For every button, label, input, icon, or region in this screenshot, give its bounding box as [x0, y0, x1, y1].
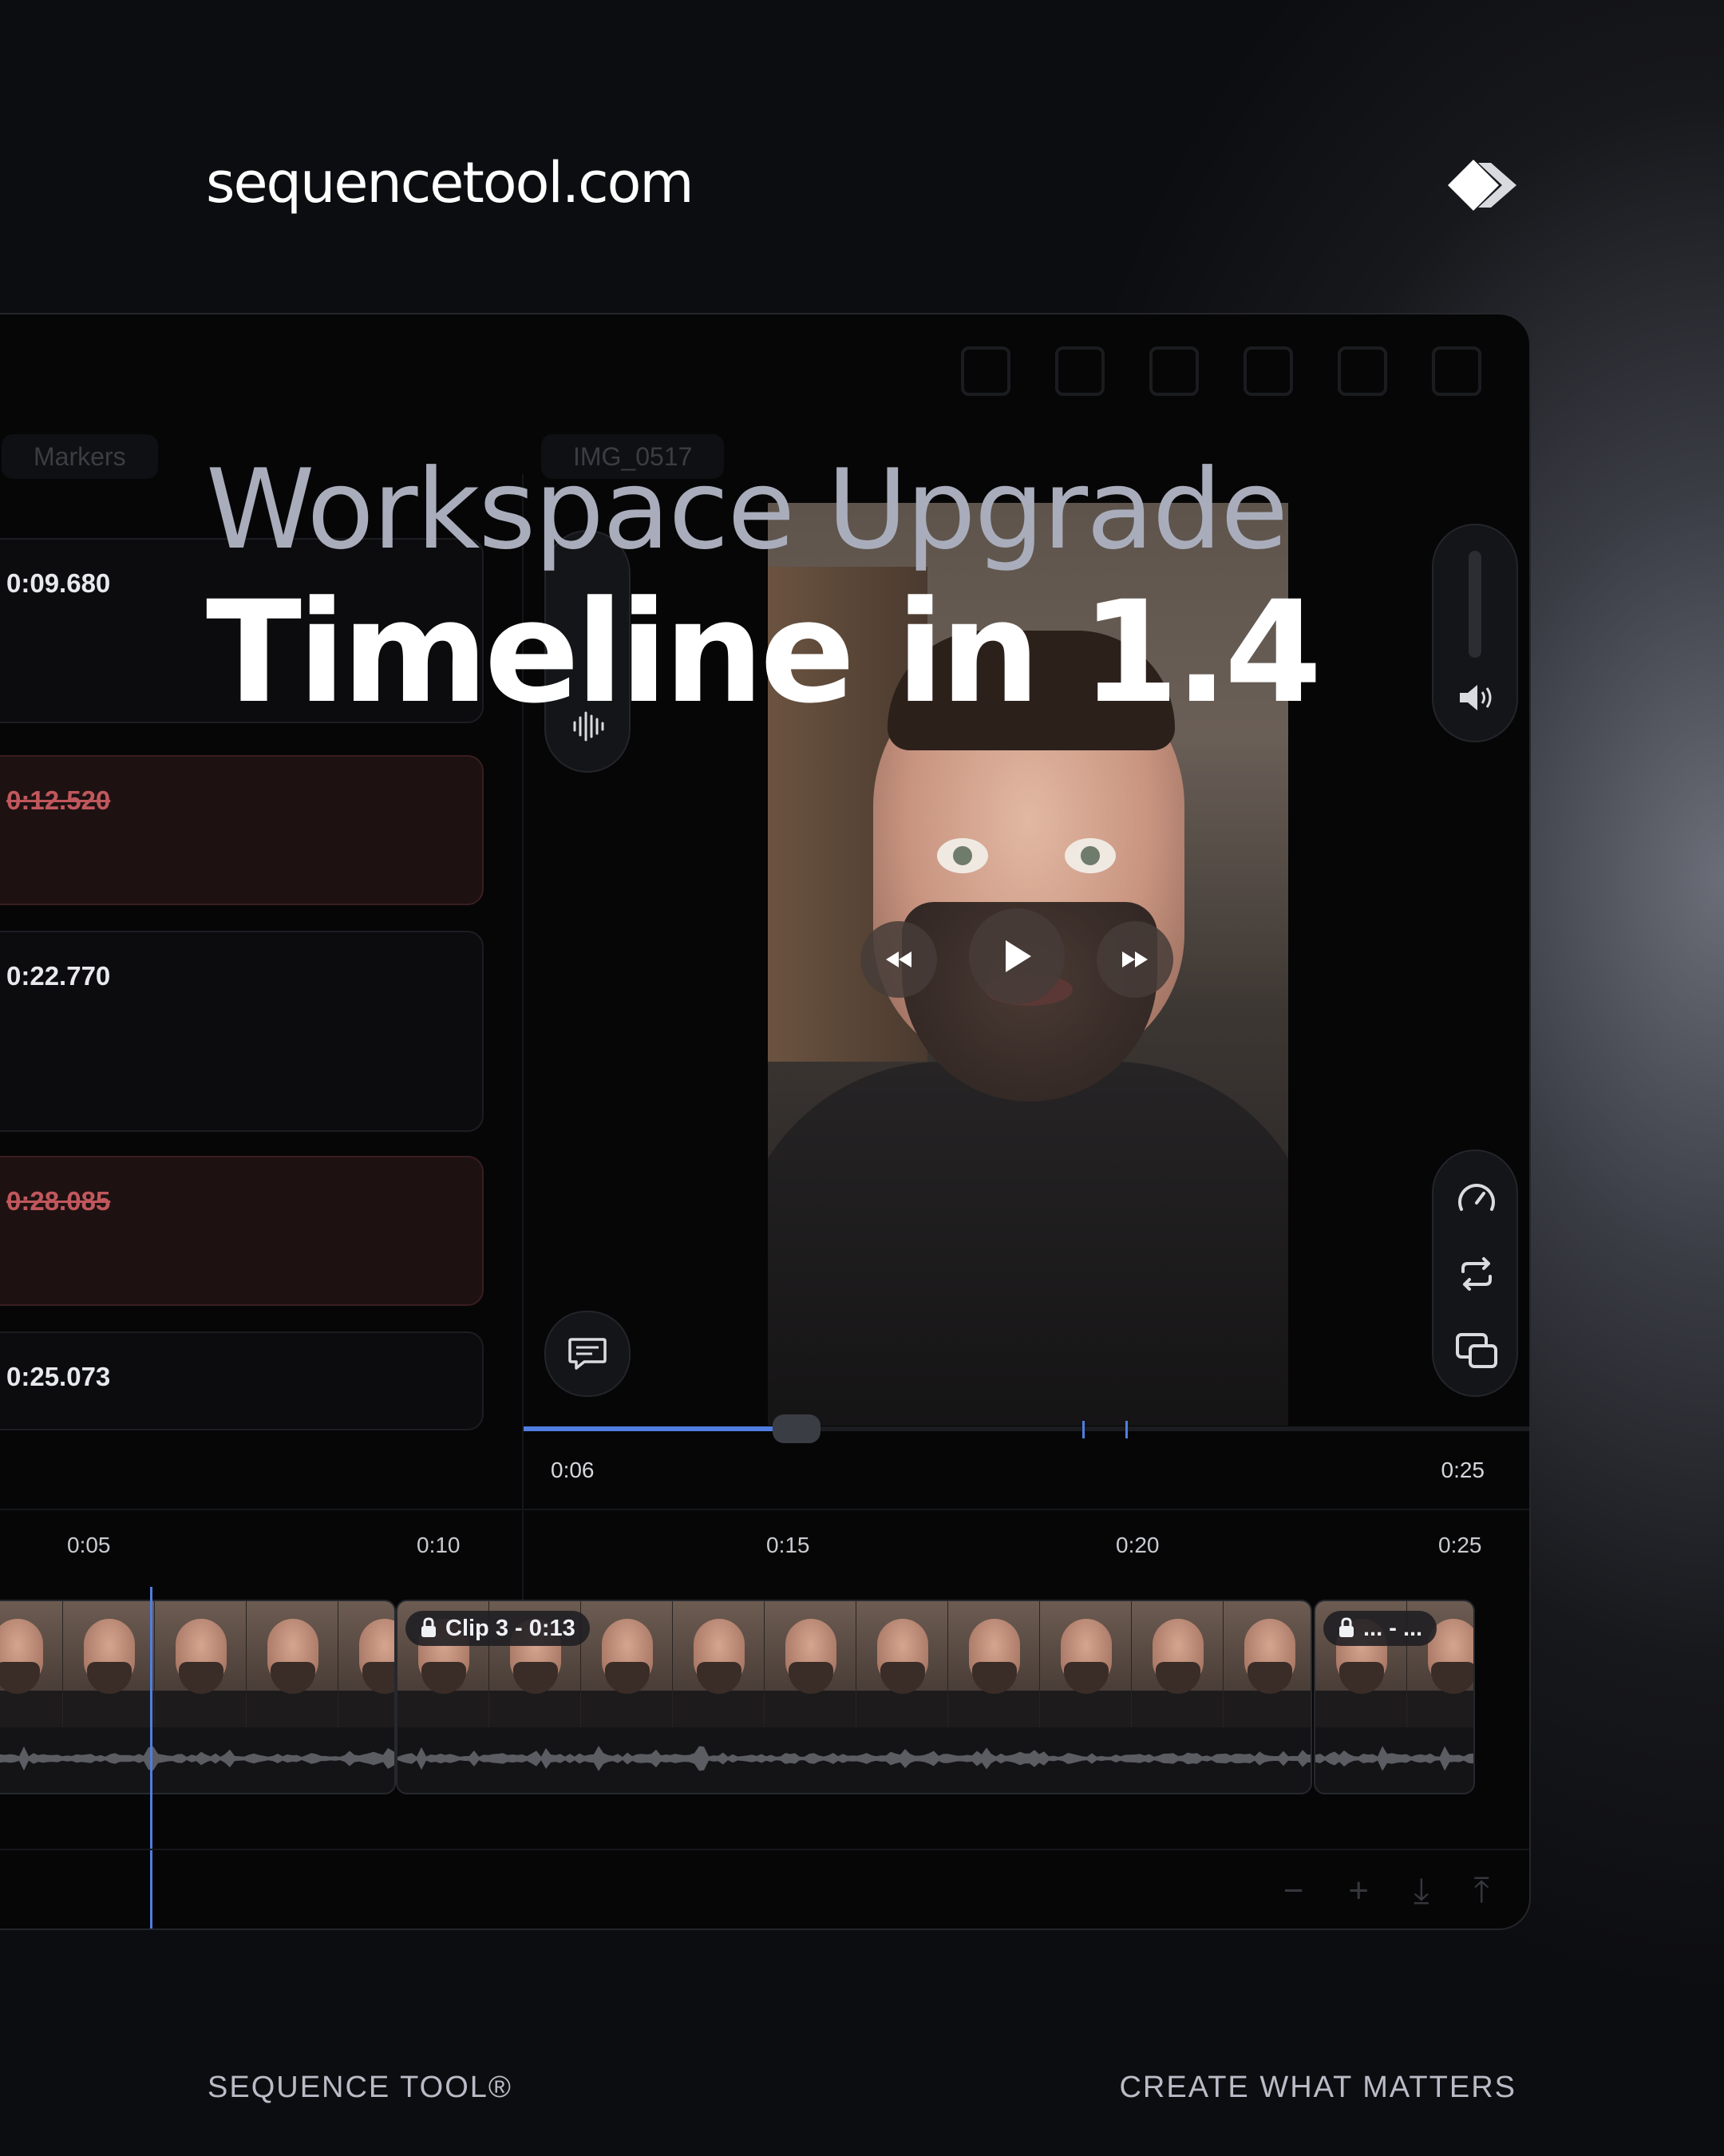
- fit-up-icon[interactable]: ⤒: [1474, 1871, 1489, 1911]
- timeline-divider: [0, 1509, 1529, 1510]
- clip-frame: [1224, 1601, 1311, 1727]
- clip-thumbnails: [0, 1601, 394, 1727]
- marker-item-cut[interactable]: 0:28.085: [0, 1156, 484, 1306]
- zoom-out-icon[interactable]: −: [1283, 1871, 1304, 1911]
- scrub-handle[interactable]: [773, 1414, 820, 1443]
- info-icon[interactable]: [1244, 346, 1293, 396]
- panel-tabs: Markers: [2, 434, 158, 479]
- timeline-tick: 0:25: [1438, 1533, 1482, 1557]
- timeline-clip[interactable]: Clip 3 - 0:13: [396, 1600, 1312, 1794]
- clip-frame: [856, 1601, 948, 1727]
- volume-pill: [1432, 524, 1518, 742]
- clip-waveform: [1315, 1746, 1473, 1771]
- marker-time: 0:12.520: [6, 785, 111, 815]
- fit-down-icon[interactable]: ⤓: [1414, 1871, 1429, 1911]
- marker-time: 0:22.770: [6, 961, 111, 991]
- marker-time: 0:28.085: [6, 1186, 111, 1216]
- zoom-in-icon[interactable]: +: [1348, 1871, 1369, 1911]
- marker-time: 0:25.073: [6, 1362, 111, 1391]
- tab-markers[interactable]: Markers: [2, 434, 158, 479]
- marker-item-cut[interactable]: 0:12.520: [0, 755, 484, 905]
- timeline-tick: 0:05: [67, 1533, 111, 1557]
- scrub-progress: [524, 1426, 773, 1431]
- speaker-icon[interactable]: [1448, 669, 1505, 726]
- timeline-clip[interactable]: ... - ...: [1314, 1600, 1475, 1794]
- footer-brand: SEQUENCE TOOL®: [208, 2071, 512, 2104]
- tools-pill: [1432, 1149, 1518, 1397]
- clip-waveform: [397, 1746, 1311, 1771]
- toolbar: [961, 346, 1481, 396]
- clip-frame: [0, 1601, 63, 1727]
- lock-icon: [1339, 1617, 1354, 1637]
- marker-time: 0:09.680: [6, 568, 111, 598]
- clip-badge: ... - ...: [1323, 1611, 1437, 1646]
- video-subject-hoodie: [768, 1062, 1288, 1426]
- clip-frame: [1132, 1601, 1224, 1727]
- footer-tagline: CREATE WHAT MATTERS: [1119, 2071, 1516, 2104]
- waveform-icon[interactable]: [1055, 346, 1105, 396]
- fast-forward-button[interactable]: [1097, 921, 1173, 998]
- sparkle-icon[interactable]: [1149, 346, 1199, 396]
- clip-frame: [63, 1601, 155, 1727]
- clip-waveform: [0, 1746, 394, 1771]
- duration-time: 0:25: [1441, 1458, 1485, 1482]
- speed-icon[interactable]: [1448, 1169, 1505, 1226]
- clip-frame: [155, 1601, 247, 1727]
- scrub-marker[interactable]: [1125, 1421, 1128, 1438]
- timeline-tick: 0:10: [417, 1533, 461, 1557]
- fast-forward-icon: [1122, 951, 1148, 967]
- timeline-playhead[interactable]: [150, 1587, 152, 1929]
- rewind-icon: [886, 951, 911, 967]
- lock-icon: [421, 1617, 436, 1637]
- double-chevron-logo-icon: [1448, 160, 1516, 211]
- timeline-tick: 0:20: [1116, 1533, 1160, 1557]
- marker-item[interactable]: 0:22.770: [0, 931, 484, 1132]
- share-icon[interactable]: [1432, 346, 1481, 396]
- play-icon: [1006, 940, 1031, 972]
- timeline-clip[interactable]: [0, 1600, 396, 1794]
- captions-icon: [568, 1338, 607, 1370]
- clip-label: Clip 3 - 0:13: [445, 1616, 575, 1641]
- rewind-button[interactable]: [860, 921, 937, 998]
- layout-icon[interactable]: [961, 346, 1010, 396]
- video-subject-eye: [937, 838, 988, 873]
- scrub-marker[interactable]: [1082, 1421, 1085, 1438]
- pip-icon[interactable]: [1448, 1322, 1505, 1379]
- play-button[interactable]: [969, 908, 1065, 1004]
- clip-frame: [765, 1601, 856, 1727]
- clip-frame: [338, 1601, 394, 1727]
- headline-title: Timeline in 1.4: [206, 571, 1322, 734]
- history-icon[interactable]: [1338, 346, 1387, 396]
- loop-icon[interactable]: [1448, 1245, 1505, 1303]
- clip-badge: Clip 3 - 0:13: [405, 1611, 590, 1646]
- headline-subtitle: Workspace Upgrade: [206, 445, 1288, 574]
- clip-frame: [581, 1601, 673, 1727]
- marker-item[interactable]: 0:25.073: [0, 1331, 484, 1430]
- waveform-shape: [397, 1746, 1311, 1771]
- volume-slider[interactable]: [1469, 551, 1481, 658]
- brand-site: sequencetool.com: [206, 150, 694, 216]
- clip-label: ... - ...: [1363, 1616, 1423, 1641]
- waveform-shape: [0, 1746, 394, 1771]
- clip-frame: [673, 1601, 765, 1727]
- captions-button[interactable]: [544, 1311, 631, 1397]
- timeline-tick: 0:15: [766, 1533, 810, 1557]
- video-subject-eye: [1065, 838, 1116, 873]
- waveform-shape: [1315, 1746, 1473, 1771]
- zoom-controls: − + ⤓ ⤒: [1283, 1871, 1489, 1911]
- clip-frame: [948, 1601, 1040, 1727]
- timeline-bottom-divider: [0, 1849, 1529, 1850]
- clip-frame: [1040, 1601, 1132, 1727]
- clip-frame: [247, 1601, 338, 1727]
- current-time: 0:06: [551, 1458, 595, 1482]
